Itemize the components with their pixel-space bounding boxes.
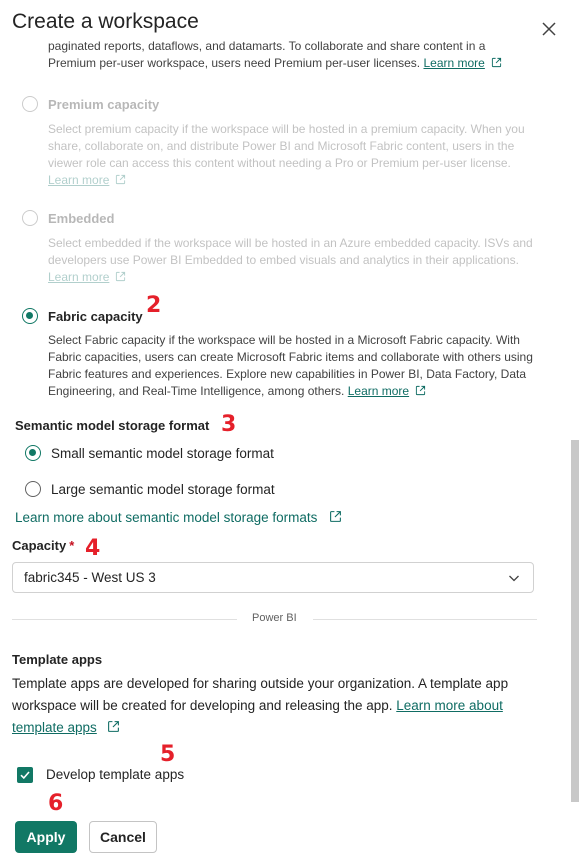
- small-storage-radio[interactable]: [25, 445, 41, 461]
- learn-more-link: Learn more: [48, 270, 110, 284]
- required-marker: *: [69, 538, 75, 553]
- storage-format-heading: Semantic model storage format: [15, 418, 210, 433]
- premium-capacity-description: Select premium capacity if the workspace…: [48, 121, 525, 189]
- description-line: developers use Power BI Embedded to embe…: [48, 253, 519, 267]
- storage-format-learn-more[interactable]: Learn more about semantic model storage …: [15, 510, 342, 525]
- premium-capacity-radio: [22, 96, 38, 112]
- embedded-label: Embedded: [48, 210, 115, 226]
- learn-more-link[interactable]: Learn more about semantic model storage …: [15, 510, 317, 525]
- license-intro: paginated reports, dataflows, and datama…: [48, 38, 502, 72]
- description-line: workspace will be created for developing…: [12, 698, 393, 713]
- external-link-icon: [116, 271, 126, 282]
- cancel-button[interactable]: Cancel: [89, 821, 157, 853]
- external-link-icon: [491, 57, 501, 68]
- dialog-header: Create a workspace: [12, 10, 199, 34]
- license-intro-line: paginated reports, dataflows, and datama…: [48, 39, 486, 53]
- divider: [313, 619, 537, 620]
- embedded-radio: [22, 210, 38, 226]
- description-line: Select Fabric capacity if the workspace …: [48, 333, 520, 347]
- description-line: Select embedded if the workspace will be…: [48, 236, 533, 250]
- scrollbar[interactable]: [571, 440, 579, 802]
- large-storage-label[interactable]: Large semantic model storage format: [51, 482, 275, 497]
- large-storage-option[interactable]: Large semantic model storage format: [25, 481, 275, 497]
- small-storage-label[interactable]: Small semantic model storage format: [51, 446, 274, 461]
- template-apps-heading: Template apps: [12, 652, 103, 667]
- description-line: share, collaborate on, and distribute Po…: [48, 139, 515, 153]
- description-line: Select premium capacity if the workspace…: [48, 122, 525, 136]
- fabric-capacity-label[interactable]: Fabric capacity: [48, 309, 143, 324]
- annotation-number: 4: [85, 536, 101, 561]
- chevron-down-icon: [509, 575, 519, 582]
- fabric-capacity-radio[interactable]: [22, 308, 38, 324]
- external-link-icon: [107, 721, 119, 732]
- develop-template-apps-checkbox[interactable]: [17, 767, 33, 783]
- divider: [12, 619, 237, 620]
- description-line: Template apps are developed for sharing …: [12, 676, 509, 691]
- description-line: Fabric capacities, users can create Micr…: [48, 350, 533, 364]
- annotation-number: 6: [48, 791, 64, 816]
- annotation-number: 3: [221, 412, 237, 437]
- learn-more-link[interactable]: Learn more about: [396, 698, 503, 713]
- external-link-icon: [330, 511, 342, 522]
- learn-more-link[interactable]: Learn more: [423, 56, 484, 70]
- small-storage-option[interactable]: Small semantic model storage format: [25, 445, 274, 461]
- learn-more-link[interactable]: template apps: [12, 720, 97, 735]
- fabric-capacity-description: Select Fabric capacity if the workspace …: [48, 332, 533, 400]
- annotation-number: 5: [160, 742, 176, 767]
- divider-label: Power BI: [252, 612, 297, 624]
- capacity-dropdown[interactable]: fabric345 - West US 3: [12, 562, 534, 593]
- develop-template-apps-label[interactable]: Develop template apps: [46, 767, 184, 782]
- embedded-description: Select embedded if the workspace will be…: [48, 235, 533, 286]
- description-line: Engineering, and Real-Time Intelligence,…: [48, 384, 345, 398]
- premium-capacity-label: Premium capacity: [48, 96, 160, 112]
- large-storage-radio[interactable]: [25, 481, 41, 497]
- template-apps-description: Template apps are developed for sharing …: [12, 673, 552, 739]
- annotation-number: 2: [146, 293, 162, 318]
- close-icon[interactable]: [540, 20, 558, 38]
- apply-button[interactable]: Apply: [15, 821, 77, 853]
- description-line: Fabric features and experiences. Explore…: [48, 367, 527, 381]
- checkmark-icon: [20, 771, 30, 780]
- description-line: viewer role can access this content with…: [48, 156, 511, 170]
- capacity-selected-value: fabric345 - West US 3: [24, 570, 156, 585]
- license-intro-line: Premium per-user workspace, users need P…: [48, 56, 421, 70]
- dialog-title: Create a workspace: [12, 10, 199, 33]
- learn-more-link[interactable]: Learn more: [348, 384, 409, 398]
- capacity-label-text: Capacity: [12, 538, 67, 553]
- external-link-icon: [416, 385, 426, 396]
- learn-more-link: Learn more: [48, 173, 110, 187]
- external-link-icon: [116, 174, 126, 185]
- capacity-label: Capacity *: [12, 538, 74, 553]
